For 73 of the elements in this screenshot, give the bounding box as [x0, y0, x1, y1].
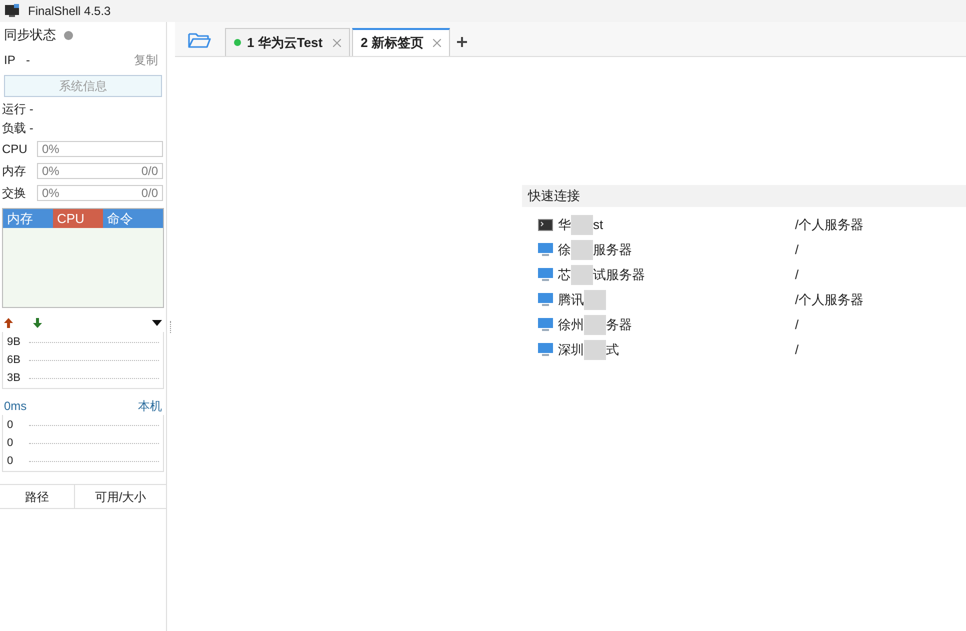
- connection-name: 式: [606, 340, 619, 359]
- uptime-label: 运行 -: [1, 101, 34, 118]
- process-tab[interactable]: CPU: [53, 209, 103, 228]
- meter-label: 内存: [2, 163, 27, 180]
- mosaic-block: [584, 314, 606, 334]
- connection-row[interactable]: 徐 服务器 /: [522, 237, 966, 262]
- download-arrow-icon: [33, 318, 42, 328]
- axis-tick: 9B: [6, 334, 22, 350]
- connection-row[interactable]: 深圳 式 /: [522, 337, 966, 362]
- ip-label: IP: [4, 52, 16, 69]
- close-icon[interactable]: [433, 39, 442, 47]
- copy-link[interactable]: 复制: [134, 51, 162, 69]
- mosaic-block: [571, 214, 593, 234]
- connection-name: 服务器: [593, 240, 632, 259]
- meter-percent: 0%: [42, 185, 60, 202]
- mosaic-block: [571, 264, 593, 284]
- mosaic-block: [584, 290, 606, 310]
- latency-label: 0ms: [4, 398, 27, 415]
- mosaic-block: [571, 240, 593, 260]
- monitor-icon: [538, 293, 553, 306]
- connection-name: 芯: [558, 266, 571, 284]
- connection-name: 深圳: [558, 340, 584, 359]
- app-icon: [4, 4, 20, 18]
- monitor-icon: [538, 318, 553, 331]
- terminal-icon: [538, 218, 553, 230]
- monitor-icon: [538, 243, 553, 256]
- host-label[interactable]: 本机: [138, 397, 162, 415]
- axis-tick: 0: [6, 454, 14, 469]
- meter-ratio: 0/0: [141, 185, 158, 202]
- connection-row[interactable]: 华 st /个人服务器: [522, 212, 966, 237]
- window-title: FinalShell 4.5.3: [28, 3, 111, 20]
- connection-path: /个人服务器: [795, 216, 864, 234]
- splitter-handle[interactable]: [170, 320, 172, 332]
- meter-percent: 0%: [42, 163, 60, 180]
- monitor-icon: [538, 343, 553, 356]
- section-header: 快速连接: [522, 185, 966, 207]
- connection-path: /: [795, 266, 799, 284]
- connection-row[interactable]: 徐州 务器 /: [522, 312, 966, 337]
- monitor-icon: [538, 268, 553, 281]
- folder-icon[interactable]: [187, 31, 211, 49]
- axis-tick: 0: [6, 436, 14, 451]
- meter-percent: 0%: [42, 141, 60, 158]
- connection-name: 试服务器: [593, 266, 645, 284]
- connection-row[interactable]: 芯 试服务器 /: [522, 262, 966, 287]
- dropdown-icon[interactable]: [152, 320, 162, 326]
- load-label: 负载 -: [1, 120, 34, 137]
- sync-label: 同步状态: [4, 26, 56, 44]
- meter-label: CPU: [2, 141, 28, 158]
- connection-name: st: [593, 216, 604, 234]
- connection-name: 腾讯: [558, 290, 584, 309]
- column-header[interactable]: 路径: [0, 485, 75, 508]
- connection-name: 徐州: [558, 316, 584, 334]
- connection-name: 华: [558, 216, 571, 234]
- axis-tick: 6B: [6, 352, 22, 368]
- connection-path: /个人服务器: [795, 290, 864, 309]
- meter-ratio: 0/0: [141, 163, 158, 180]
- mosaic-block: [584, 340, 606, 360]
- connection-name: 务器: [606, 316, 632, 334]
- connection-path: /: [795, 316, 799, 334]
- axis-tick: 3B: [6, 370, 22, 386]
- upload-arrow-icon: [4, 318, 13, 328]
- tab[interactable]: 2 新标签页: [352, 28, 450, 56]
- connection-name: 徐: [558, 240, 571, 259]
- meter-label: 交换: [2, 185, 27, 202]
- add-tab-icon[interactable]: [456, 36, 468, 48]
- axis-tick: 0: [6, 418, 14, 433]
- column-header[interactable]: 可用/大小: [75, 485, 166, 508]
- ip-value: -: [26, 52, 31, 69]
- connection-path: /: [795, 340, 799, 359]
- connection-row[interactable]: 腾讯 /个人服务器: [522, 287, 966, 312]
- connection-path: /: [795, 240, 799, 259]
- tab[interactable]: 1 华为云Test: [225, 28, 350, 56]
- close-icon[interactable]: [332, 38, 341, 46]
